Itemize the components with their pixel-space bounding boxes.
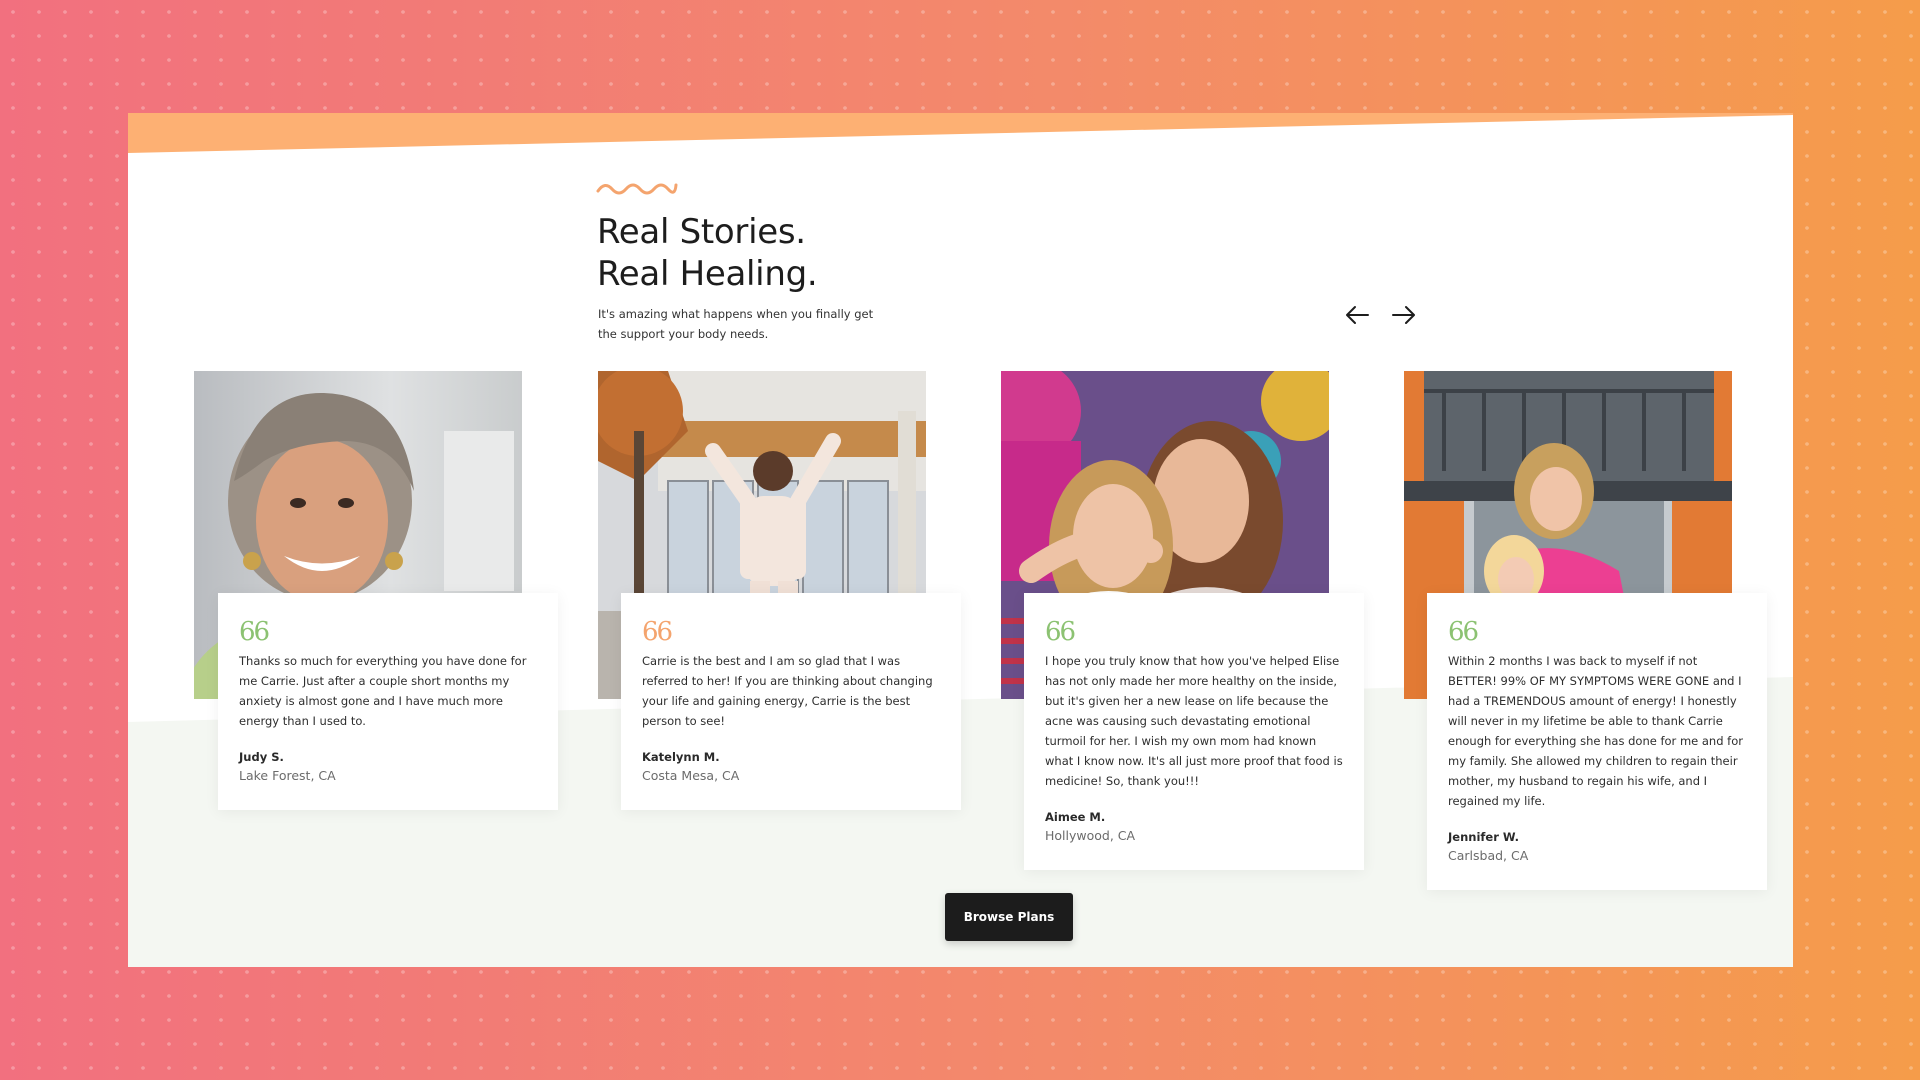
carousel-next-button[interactable]	[1384, 295, 1424, 335]
subtitle-line-1: It's amazing what happens when you final…	[598, 307, 874, 321]
section-title: Real Stories. Real Healing.	[597, 211, 997, 295]
testimonial-author: Katelynn M.	[642, 750, 720, 764]
testimonial-card: 66 Thanks so much for everything you hav…	[218, 593, 558, 810]
testimonials-section: Real Stories. Real Healing. It's amazing…	[128, 113, 1793, 967]
arrow-right-icon	[1392, 306, 1415, 324]
browse-plans-button[interactable]: Browse Plans	[945, 893, 1073, 941]
quote-mark-icon: 66	[1448, 617, 1479, 647]
wave-decoration-icon	[596, 183, 678, 195]
testimonial-author: Jennifer W.	[1448, 830, 1519, 844]
decorative-top-band	[128, 113, 1793, 153]
quote-mark-icon: 66	[642, 617, 673, 647]
testimonial-location: Carlsbad, CA	[1448, 848, 1529, 863]
arrow-left-icon	[1346, 306, 1369, 324]
carousel-prev-button[interactable]	[1337, 295, 1377, 335]
testimonial-quote: Carrie is the best and I am so glad that…	[642, 654, 933, 728]
testimonial-quote: I hope you truly know that how you've he…	[1045, 654, 1343, 788]
testimonial-card: 66 Carrie is the best and I am so glad t…	[621, 593, 961, 810]
testimonial-location: Costa Mesa, CA	[642, 768, 740, 783]
testimonial-author: Judy S.	[239, 750, 284, 764]
quote-mark-icon: 66	[239, 617, 270, 647]
testimonial-quote: Thanks so much for everything you have d…	[239, 654, 527, 728]
testimonial-quote: Within 2 months I was back to myself if …	[1448, 654, 1743, 808]
testimonial-card: 66 I hope you truly know that how you've…	[1024, 593, 1364, 870]
section-title-line-2: Real Healing.	[597, 254, 818, 294]
testimonial-location: Lake Forest, CA	[239, 768, 336, 783]
subtitle-line-2: the support your body needs.	[598, 327, 769, 341]
testimonial-author: Aimee M.	[1045, 810, 1106, 824]
quote-mark-icon: 66	[1045, 617, 1076, 647]
section-subtitle: It's amazing what happens when you final…	[598, 304, 888, 344]
testimonial-location: Hollywood, CA	[1045, 828, 1136, 843]
testimonial-card: 66 Within 2 months I was back to myself …	[1427, 593, 1767, 890]
section-title-line-1: Real Stories.	[597, 212, 806, 252]
